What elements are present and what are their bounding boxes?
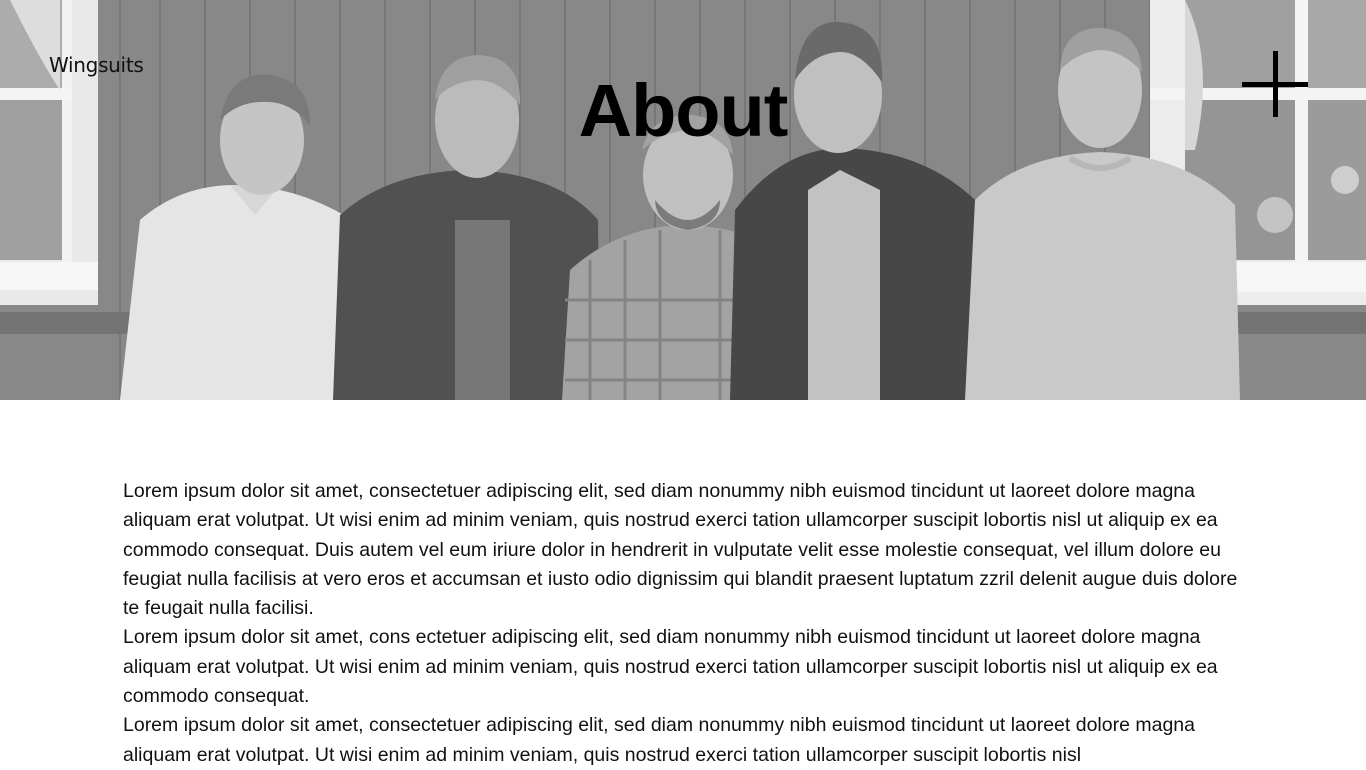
about-paragraph: Lorem ipsum dolor sit amet, consectetuer…	[123, 480, 1238, 620]
about-paragraph: Lorem ipsum dolor sit amet, cons ectetue…	[123, 626, 1218, 708]
page-title: About	[578, 69, 789, 152]
plus-icon-vertical-bar	[1273, 51, 1278, 117]
hero-photo	[0, 0, 1366, 400]
hero-section: Wingsuits About	[0, 0, 1366, 400]
about-paragraph: Lorem ipsum dolor sit amet, consectetuer…	[123, 714, 1195, 766]
about-content: Lorem ipsum dolor sit amet, consectetuer…	[123, 477, 1243, 770]
plus-icon[interactable]	[1242, 51, 1308, 117]
